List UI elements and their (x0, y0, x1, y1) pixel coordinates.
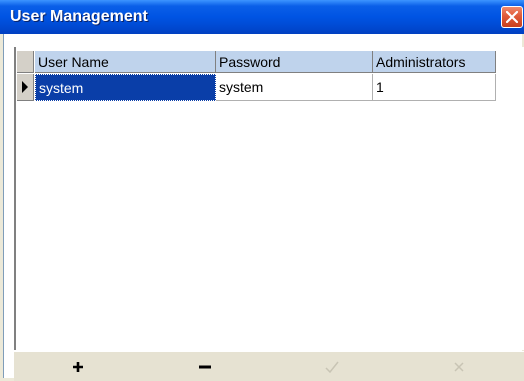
plus-icon (72, 362, 83, 372)
column-header-user-name[interactable]: User Name (35, 51, 216, 73)
minus-icon (198, 365, 211, 369)
cancel-edit-button[interactable] (395, 352, 522, 381)
column-header-password[interactable]: Password (216, 51, 373, 73)
delete-user-button[interactable] (141, 352, 268, 381)
cell-user-name[interactable]: system (35, 74, 216, 101)
title-bar[interactable]: User Management (0, 0, 524, 34)
close-button[interactable] (501, 6, 523, 28)
column-header-administrators[interactable]: Administrators (373, 51, 496, 73)
close-icon (506, 11, 518, 23)
row-indicator[interactable] (17, 74, 34, 101)
current-row-arrow-icon (22, 81, 28, 93)
navigator-toolbar (14, 351, 524, 381)
grid-left-border (14, 47, 16, 350)
cancel-icon (453, 362, 464, 372)
add-user-button[interactable] (14, 352, 141, 381)
post-edit-button[interactable] (268, 352, 395, 381)
user-management-window: User Management User Name Password Admin… (0, 0, 524, 381)
header-indicator-cell (17, 51, 34, 73)
window-title: User Management (10, 8, 148, 25)
check-icon (324, 361, 339, 373)
cell-password[interactable]: system (216, 74, 373, 101)
cell-administrators[interactable]: 1 (373, 74, 496, 101)
